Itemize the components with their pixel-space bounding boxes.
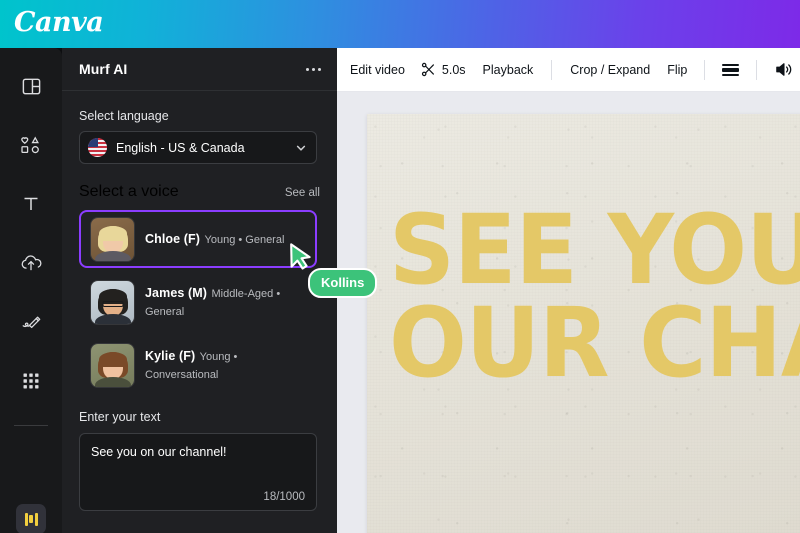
headline-line-2: OUR CHA [389,297,800,390]
voice-name: Chloe (F) [145,232,200,246]
text-icon [21,194,41,214]
panel-header: Murf AI [62,48,337,91]
sidebar-item-design[interactable] [11,66,51,106]
language-select[interactable]: English - US & Canada [79,131,317,164]
edit-video-button[interactable]: Edit video [350,58,405,82]
design-icon [21,76,42,97]
see-all-voices-link[interactable]: See all [285,187,320,199]
voice-option-kylie[interactable]: Kylie (F) Young • Conversational [79,336,317,394]
avatar [91,344,134,387]
language-select-value: English - US & Canada [116,141,286,155]
collaborator-name-tag: Kollins [308,268,377,298]
duration-label: 5.0s [442,63,466,77]
sidebar-item-draw[interactable] [11,302,51,342]
voice-option-james[interactable]: James (M) Middle-Aged • General [79,273,317,331]
sidebar-item-elements[interactable] [11,125,51,165]
sidebar-item-uploads[interactable] [11,243,51,283]
murf-ai-panel: Murf AI Select language English - US & C… [62,48,337,533]
brand-header: Canva [0,0,800,48]
canvas-area[interactable]: SEE YOU OUR CHA [337,92,800,533]
apps-icon [21,371,41,391]
flip-button[interactable]: Flip [667,58,687,82]
avatar [91,281,134,324]
flip-label: Flip [667,63,687,77]
select-voice-row: Select a voice See all [79,183,320,201]
artboard-headline[interactable]: SEE YOU OUR CHA [389,204,800,390]
script-textarea-value: See you on our channel! [91,444,305,461]
editor-toolbar: Edit video 5.0s Playback Crop / Expand F… [337,48,800,92]
canva-logo[interactable]: Canva [14,7,103,38]
sidebar-item-text[interactable] [11,184,51,224]
rail-divider [14,425,48,426]
select-voice-label: Select a voice [79,183,179,201]
volume-icon [774,61,793,78]
crop-expand-label: Crop / Expand [570,63,650,77]
enter-text-label: Enter your text [79,410,320,424]
sidebar-item-apps[interactable] [11,361,51,401]
volume-button[interactable] [774,56,793,83]
playback-button[interactable]: Playback [483,58,534,82]
toolbar-divider [551,60,552,80]
voice-name: James (M) [145,286,207,300]
voice-meta: Young • General [205,234,285,246]
artboard[interactable]: SEE YOU OUR CHA [367,114,800,533]
toolbar-divider [756,60,757,80]
character-counter: 18/1000 [263,491,305,503]
us-flag-icon [88,138,107,157]
voice-list: Chloe (F) Young • General James (M) [79,210,320,394]
voice-option-chloe[interactable]: Chloe (F) Young • General [79,210,317,268]
chevron-down-icon [295,142,307,154]
align-icon [722,62,739,78]
script-textarea[interactable]: See you on our channel! 18/1000 [79,433,317,511]
select-language-label: Select language [79,109,320,123]
toolbar-divider [704,60,705,80]
playback-label: Playback [483,63,534,77]
crop-expand-button[interactable]: Crop / Expand [570,58,650,82]
align-button[interactable] [722,57,739,83]
avatar [91,218,134,261]
uploads-icon [20,253,42,273]
headline-line-1: SEE YOU [389,204,800,297]
canva-editor-window: Canva [0,0,800,533]
elements-icon [20,135,42,156]
murf-ai-app-icon [25,513,38,526]
left-icon-rail [0,48,62,533]
voice-name: Kylie (F) [145,349,195,363]
scissors-icon [421,62,436,77]
edit-video-label: Edit video [350,63,405,77]
sidebar-item-murf-ai[interactable] [16,504,46,533]
draw-icon [20,312,42,332]
panel-more-button[interactable] [306,61,321,77]
duration-button[interactable]: 5.0s [421,57,466,82]
panel-title: Murf AI [79,61,127,77]
